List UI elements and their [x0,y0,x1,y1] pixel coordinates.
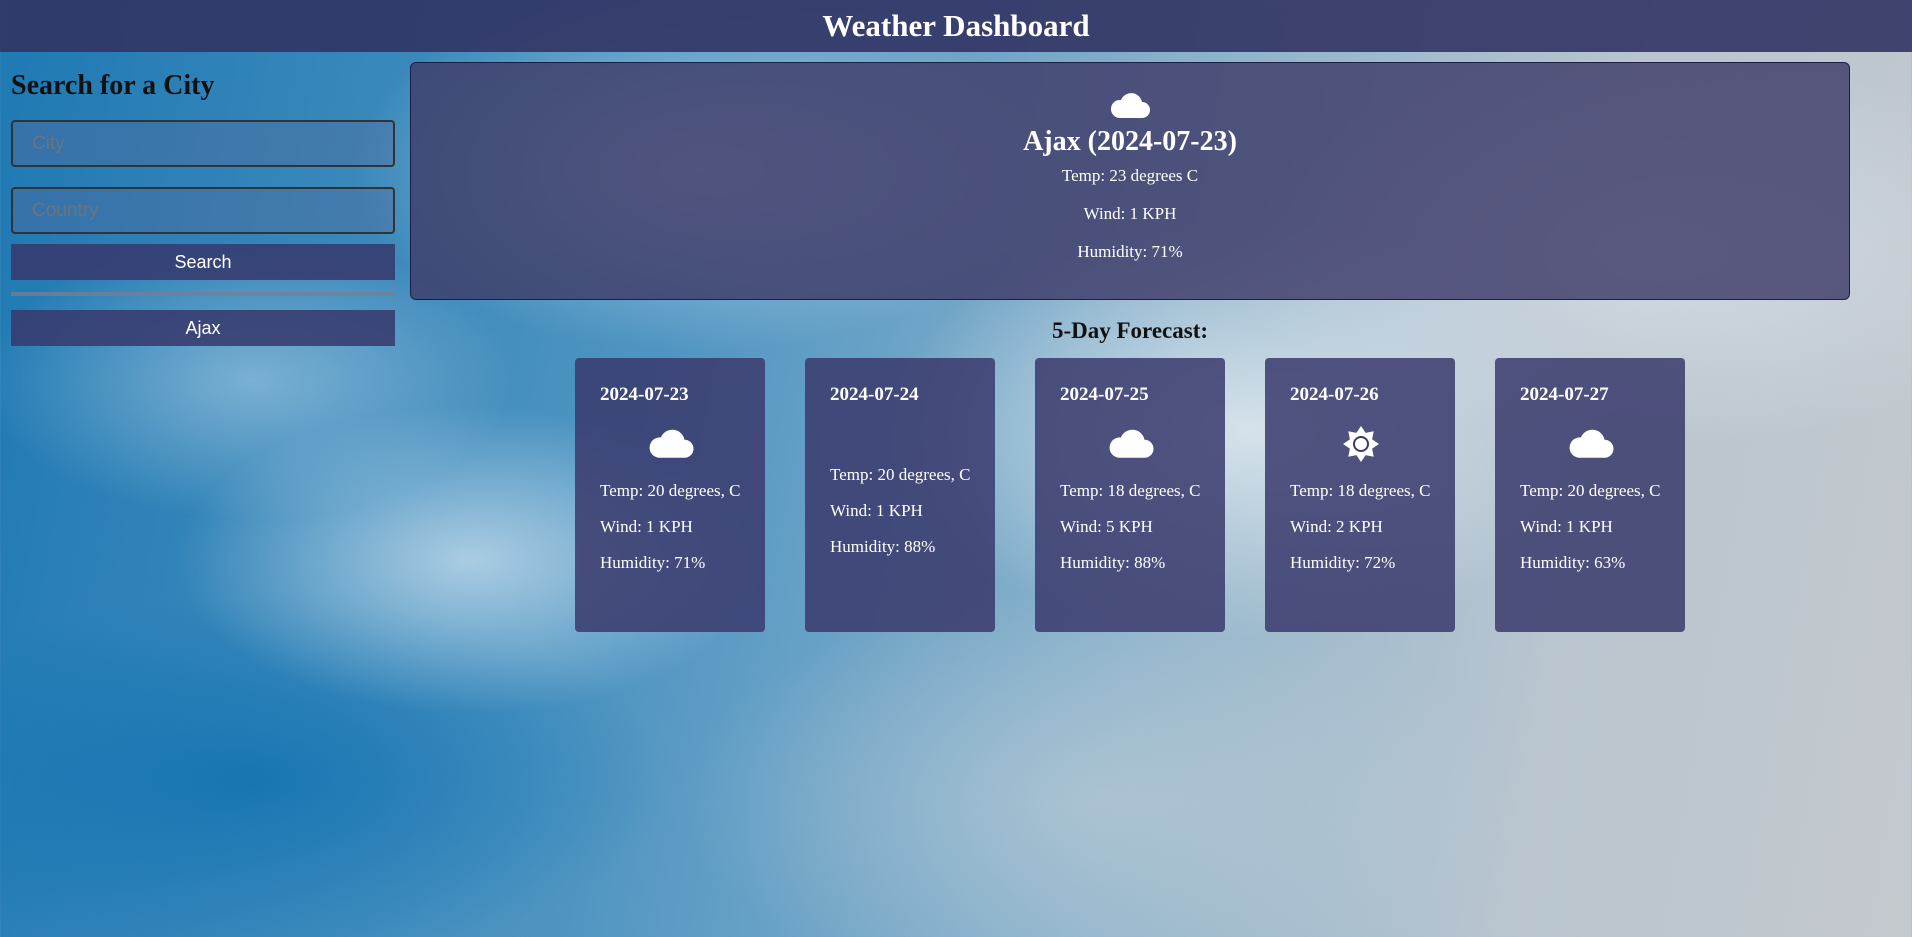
sun-icon [1290,424,1431,462]
page-title: Weather Dashboard [822,8,1090,43]
forecast-date: 2024-07-23 [600,384,689,405]
current-city-title: Ajax (2024-07-23) [1023,126,1237,157]
search-sidebar: Search for a City Search Ajax [11,70,395,346]
forecast-wind: Wind: 2 KPH [1290,517,1383,536]
cloud-icon [1520,424,1661,462]
forecast-humidity: Humidity: 63% [1520,553,1626,572]
cloud-icon [411,88,1849,122]
sidebar-divider [11,292,395,296]
forecast-wind: Wind: 1 KPH [830,501,923,520]
forecast-date: 2024-07-24 [830,384,919,405]
forecast-row: 2024-07-23 Temp: 20 degrees, C Wind: 1 K… [575,358,1685,632]
forecast-humidity: Humidity: 71% [600,553,706,572]
current-weather-card: Ajax (2024-07-23) Temp: 23 degrees C Win… [410,62,1850,300]
forecast-date: 2024-07-26 [1290,384,1379,405]
header-bar: Weather Dashboard [0,0,1912,52]
current-humidity: Humidity: 71% [1077,242,1183,261]
missing-weather-icon [830,424,971,462]
cloud-icon [1060,424,1201,462]
cloud-icon [600,424,741,462]
forecast-temp: Temp: 20 degrees, C [830,465,971,484]
forecast-humidity: Humidity: 72% [1290,553,1396,572]
country-input[interactable] [11,187,395,234]
current-wind: Wind: 1 KPH [1083,204,1177,223]
forecast-card: 2024-07-27 Temp: 20 degrees, C Wind: 1 K… [1495,358,1685,632]
forecast-humidity: Humidity: 88% [830,537,936,556]
forecast-wind: Wind: 1 KPH [600,517,693,536]
forecast-card: 2024-07-23 Temp: 20 degrees, C Wind: 1 K… [575,358,765,632]
forecast-card: 2024-07-24 Temp: 20 degrees, C Wind: 1 K… [805,358,995,632]
forecast-temp: Temp: 20 degrees, C [1520,481,1661,500]
forecast-date: 2024-07-27 [1520,384,1609,405]
forecast-wind: Wind: 1 KPH [1520,517,1613,536]
forecast-title: 5-Day Forecast: [1051,318,1209,343]
current-temp: Temp: 23 degrees C [1061,166,1199,185]
forecast-card: 2024-07-25 Temp: 18 degrees, C Wind: 5 K… [1035,358,1225,632]
forecast-temp: Temp: 18 degrees, C [1060,481,1201,500]
search-button[interactable]: Search [11,244,395,280]
forecast-temp: Temp: 20 degrees, C [600,481,741,500]
city-input[interactable] [11,120,395,167]
forecast-date: 2024-07-25 [1060,384,1149,405]
forecast-wind: Wind: 5 KPH [1060,517,1153,536]
search-heading: Search for a City [11,70,215,101]
forecast-card: 2024-07-26 Temp: 18 degrees, C Wind: 2 K… [1265,358,1455,632]
forecast-humidity: Humidity: 88% [1060,553,1166,572]
forecast-temp: Temp: 18 degrees, C [1290,481,1431,500]
